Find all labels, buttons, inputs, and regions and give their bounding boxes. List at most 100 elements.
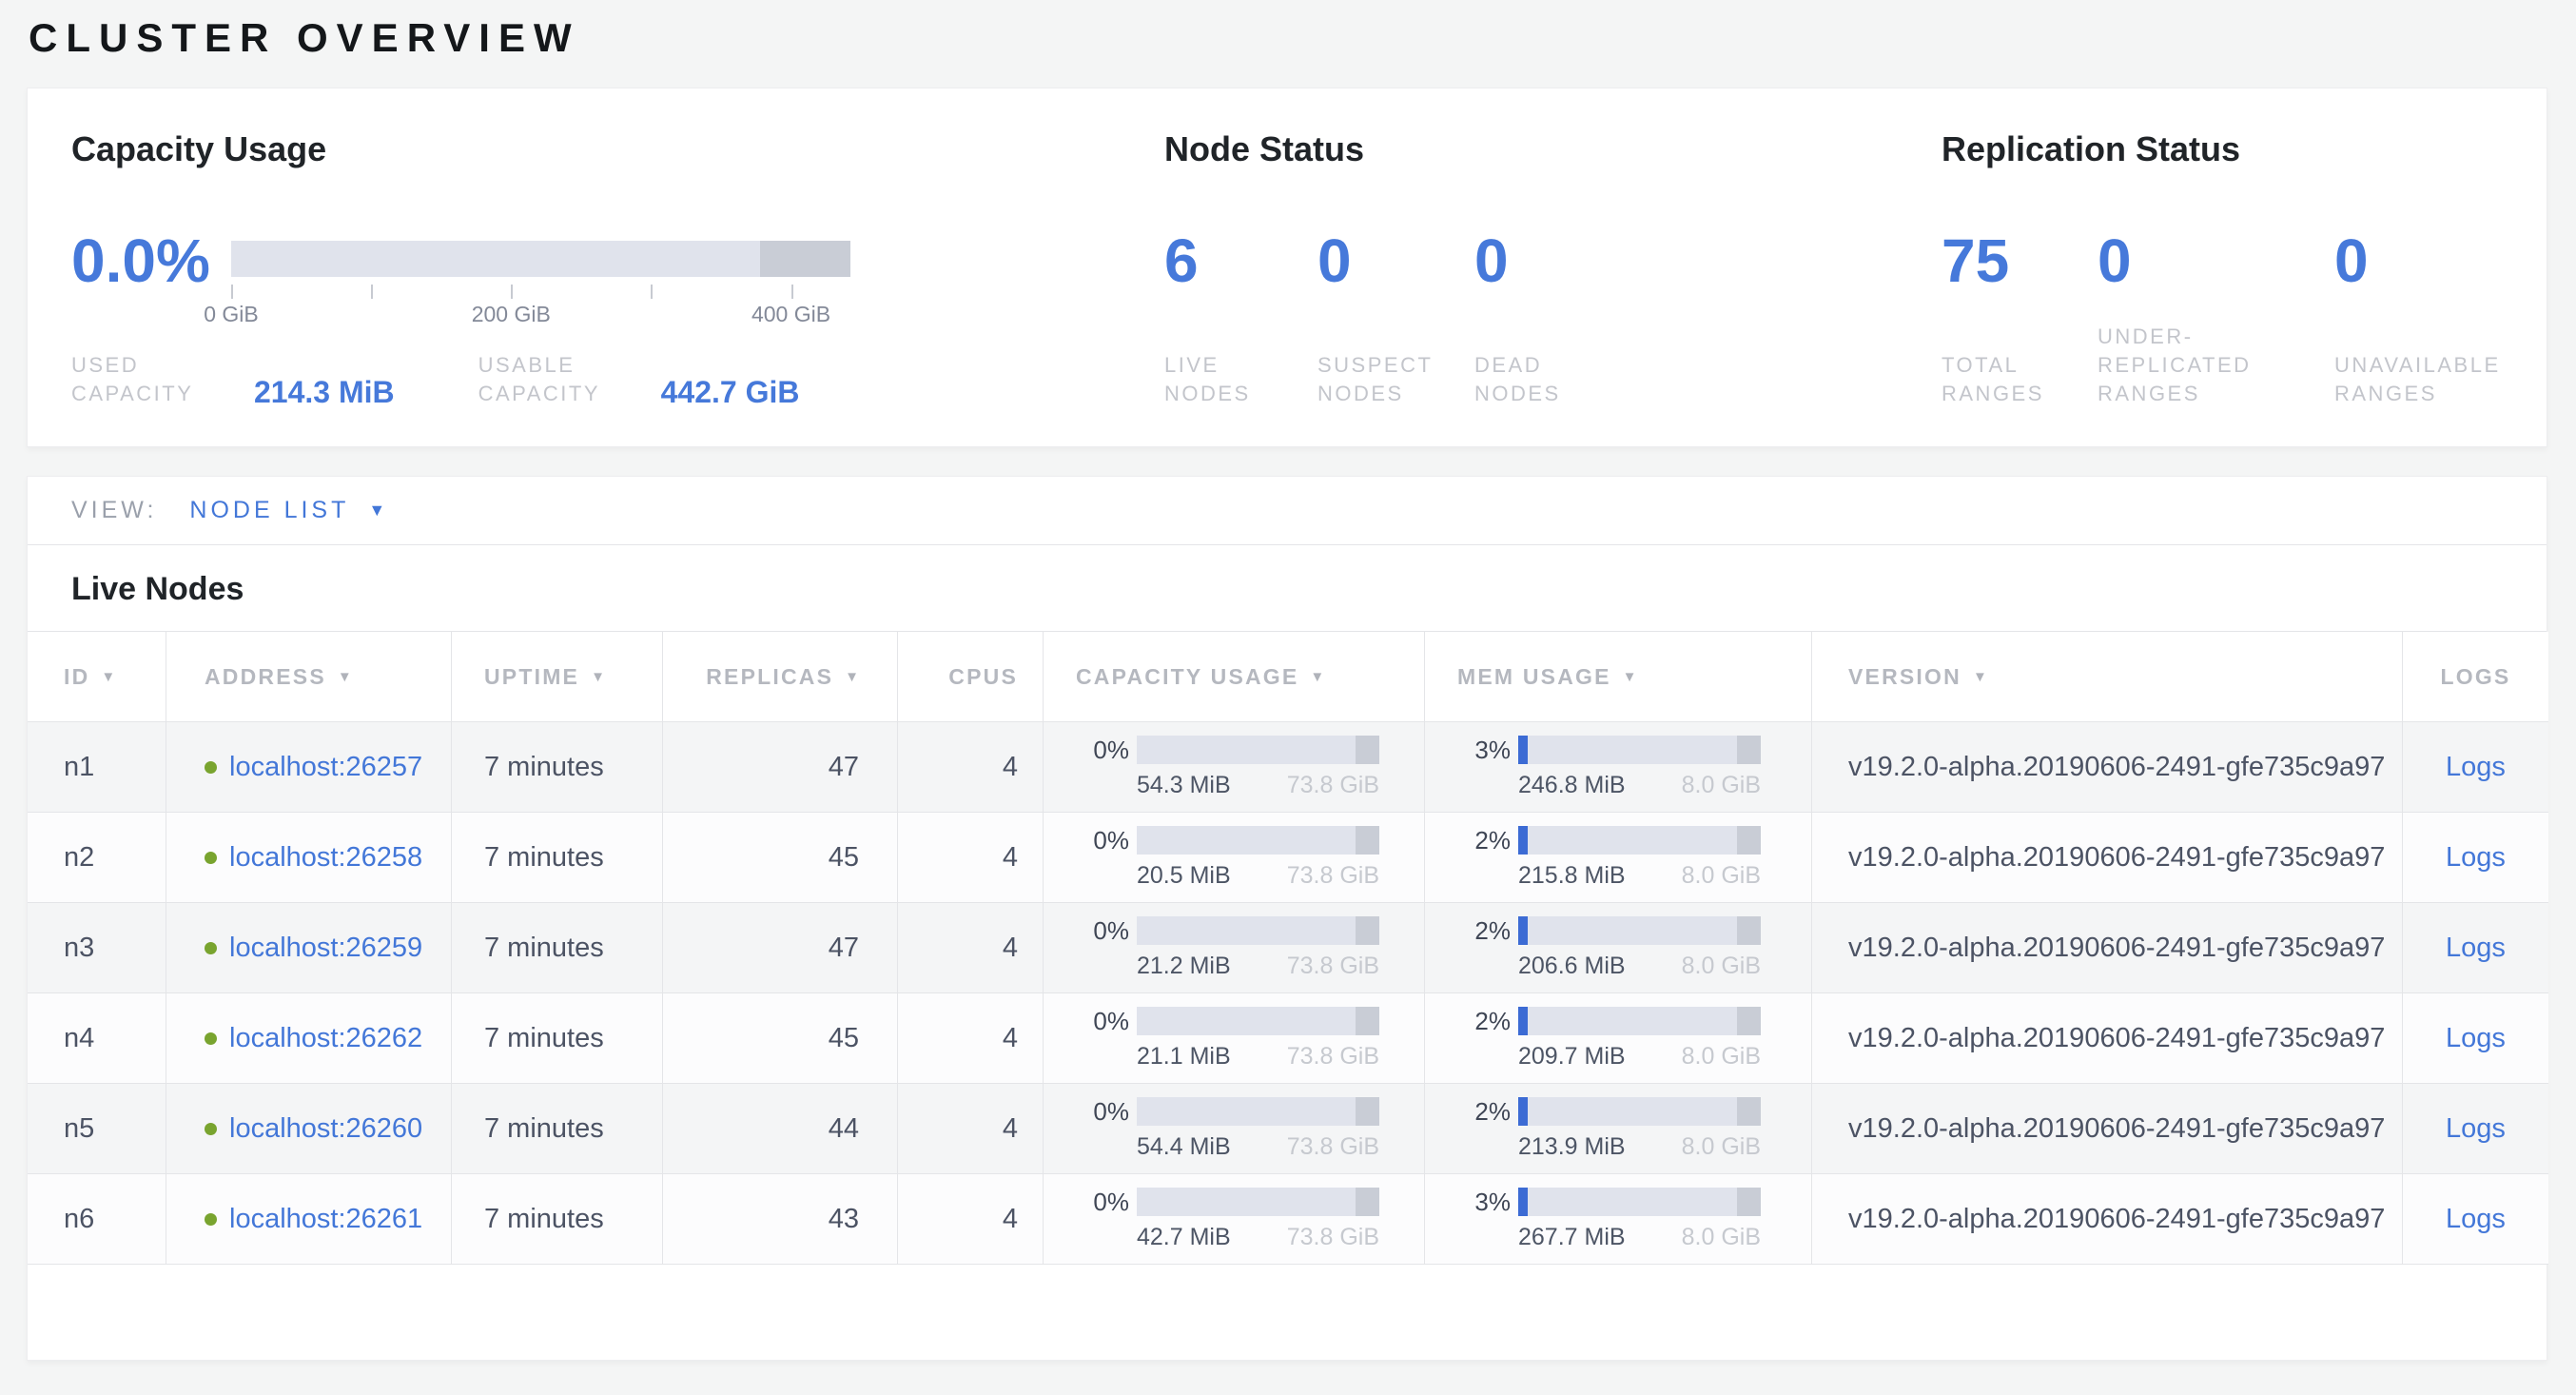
node-logs-link[interactable]: Logs: [2446, 1204, 2506, 1235]
node-live-status-icon: [205, 1213, 217, 1226]
view-mode-dropdown[interactable]: NODE LIST ▼: [189, 497, 385, 524]
mem-bar-values: 209.7 MiB8.0 GiB: [1518, 1043, 1761, 1071]
capacity-axis-tick: [371, 285, 373, 299]
capacity-bar-track: [1137, 1188, 1379, 1216]
node-logs-link[interactable]: Logs: [2446, 842, 2506, 874]
capacity-bar-track: [1137, 826, 1379, 855]
mem-bar-group: 2%213.9 MiB8.0 GiB: [1457, 1097, 1761, 1161]
mem-bar-values: 213.9 MiB8.0 GiB: [1518, 1133, 1761, 1161]
replication-stat: 75TOTALRANGES: [1942, 229, 2098, 408]
capacity-used-value: 21.2 MiB: [1137, 953, 1231, 980]
node-uptime-cell: 7 minutes: [451, 1174, 662, 1265]
replication-status-section: Replication Status 75TOTALRANGES0UNDER-R…: [1942, 130, 2503, 446]
stat-label: DEADNODES: [1474, 351, 1561, 408]
capacity-bar-group: 0%54.4 MiB73.8 GiB: [1076, 1097, 1379, 1161]
replication-status-heading: Replication Status: [1942, 130, 2503, 168]
node-logs-link[interactable]: Logs: [2446, 1023, 2506, 1054]
capacity-bar-group: 0%21.1 MiB73.8 GiB: [1076, 1007, 1379, 1071]
mem-bar-fill: [1518, 916, 1528, 945]
node-replicas-cell: 43: [662, 1174, 897, 1265]
capacity-bar-group: 0%21.2 MiB73.8 GiB: [1076, 916, 1379, 980]
mem-bar-reserved: [1737, 1188, 1761, 1216]
node-logs-link[interactable]: Logs: [2446, 933, 2506, 964]
capacity-bar-block: 0 GiB200 GiB400 GiB: [231, 229, 850, 292]
node-id-cell: n3: [28, 903, 166, 993]
mem-bar-reserved: [1737, 1007, 1761, 1035]
mem-bar-fill: [1518, 736, 1528, 764]
capacity-bar-reserved: [1356, 1097, 1379, 1126]
capacity-bar-row: 0%: [1076, 916, 1379, 946]
sort-arrow-icon: ▼: [1310, 669, 1324, 685]
column-header-uptime[interactable]: UPTIME▼: [451, 632, 662, 722]
mem-bar-track: [1518, 1007, 1761, 1035]
capacity-percent: 0%: [1076, 826, 1129, 855]
node-live-status-icon: [205, 761, 217, 774]
capacity-axis-tick: [231, 285, 233, 299]
sort-arrow-icon: ▼: [1973, 669, 1987, 685]
column-header-capacity[interactable]: CAPACITY USAGE▼: [1043, 632, 1424, 722]
node-status-section: Node Status 6LIVENODES0SUSPECTNODES0DEAD…: [1164, 130, 1942, 446]
node-cpus-cell: 4: [897, 722, 1043, 813]
replication-stat: 0UNDER-REPLICATEDRANGES: [2098, 229, 2334, 408]
stat-label: USEDCAPACITY: [71, 351, 254, 408]
capacity-bar-group: 0%20.5 MiB73.8 GiB: [1076, 826, 1379, 890]
node-address-link[interactable]: localhost:26261: [229, 1204, 422, 1235]
column-header-id[interactable]: ID▼: [28, 632, 166, 722]
node-logs-link[interactable]: Logs: [2446, 1113, 2506, 1145]
node-live-status-icon: [205, 852, 217, 864]
node-logs-cell: Logs: [2402, 903, 2548, 993]
stat-value: 0: [2098, 229, 2334, 292]
node-replicas-cell: 47: [662, 722, 897, 813]
column-header-replicas[interactable]: REPLICAS▼: [662, 632, 897, 722]
stat-label: SUSPECTNODES: [1317, 351, 1474, 408]
column-header-version[interactable]: VERSION▼: [1811, 632, 2402, 722]
capacity-used-value: 54.3 MiB: [1137, 772, 1231, 799]
mem-bar-fill: [1518, 1097, 1528, 1126]
node-id-cell: n6: [28, 1174, 166, 1265]
node-uptime-cell: 7 minutes: [451, 903, 662, 993]
capacity-percent: 0%: [1076, 1097, 1129, 1127]
capacity-bar-reserved: [1356, 736, 1379, 764]
capacity-usage-chart: 0.0% 0 GiB200 GiB400 GiB: [71, 229, 1164, 292]
mem-usage-cell: 2%206.6 MiB8.0 GiB: [1424, 903, 1811, 993]
mem-bar-row: 2%: [1457, 1007, 1761, 1036]
mem-bar-group: 3%246.8 MiB8.0 GiB: [1457, 736, 1761, 799]
mem-bar-values: 215.8 MiB8.0 GiB: [1518, 862, 1761, 890]
view-label: VIEW:: [71, 497, 157, 524]
column-header-address[interactable]: ADDRESS▼: [166, 632, 451, 722]
capacity-usage-heading: Capacity Usage: [71, 130, 1164, 168]
node-live-status-icon: [205, 1123, 217, 1135]
mem-bar-values: 267.7 MiB8.0 GiB: [1518, 1224, 1761, 1251]
node-address-link[interactable]: localhost:26258: [229, 842, 422, 874]
mem-bar-reserved: [1737, 916, 1761, 945]
mem-bar-values: 206.6 MiB8.0 GiB: [1518, 953, 1761, 980]
capacity-bar-track: [1137, 916, 1379, 945]
stat-value: 0: [1317, 229, 1474, 292]
mem-percent: 3%: [1457, 1188, 1511, 1217]
node-address-link[interactable]: localhost:26259: [229, 933, 422, 964]
node-uptime-cell: 7 minutes: [451, 993, 662, 1084]
stat-value: 0: [1474, 229, 1561, 292]
capacity-bar-reserved: [1356, 916, 1379, 945]
node-uptime-cell: 7 minutes: [451, 1084, 662, 1174]
capacity-axis-label: 200 GiB: [472, 302, 551, 327]
node-version-cell: v19.2.0-alpha.20190606-2491-gfe735c9a97: [1811, 993, 2402, 1084]
node-address-link[interactable]: localhost:26262: [229, 1023, 422, 1054]
node-id-cell: n2: [28, 813, 166, 903]
node-version-cell: v19.2.0-alpha.20190606-2491-gfe735c9a97: [1811, 903, 2402, 993]
chevron-down-icon: ▼: [368, 501, 385, 521]
node-id-cell: n1: [28, 722, 166, 813]
mem-bar-fill: [1518, 1007, 1528, 1035]
mem-bar-track: [1518, 826, 1761, 855]
node-address-link[interactable]: localhost:26257: [229, 752, 422, 783]
mem-percent: 2%: [1457, 1007, 1511, 1036]
capacity-bar-row: 0%: [1076, 736, 1379, 765]
node-logs-link[interactable]: Logs: [2446, 752, 2506, 783]
column-header-mem[interactable]: MEM USAGE▼: [1424, 632, 1811, 722]
node-version-cell: v19.2.0-alpha.20190606-2491-gfe735c9a97: [1811, 1174, 2402, 1265]
capacity-used-percent: 0.0%: [71, 229, 231, 292]
stat-label: USABLECAPACITY: [478, 351, 661, 408]
node-address-link[interactable]: localhost:26260: [229, 1113, 422, 1145]
column-header-cpus: CPUS: [897, 632, 1043, 722]
capacity-total-value: 73.8 GiB: [1287, 1133, 1379, 1161]
